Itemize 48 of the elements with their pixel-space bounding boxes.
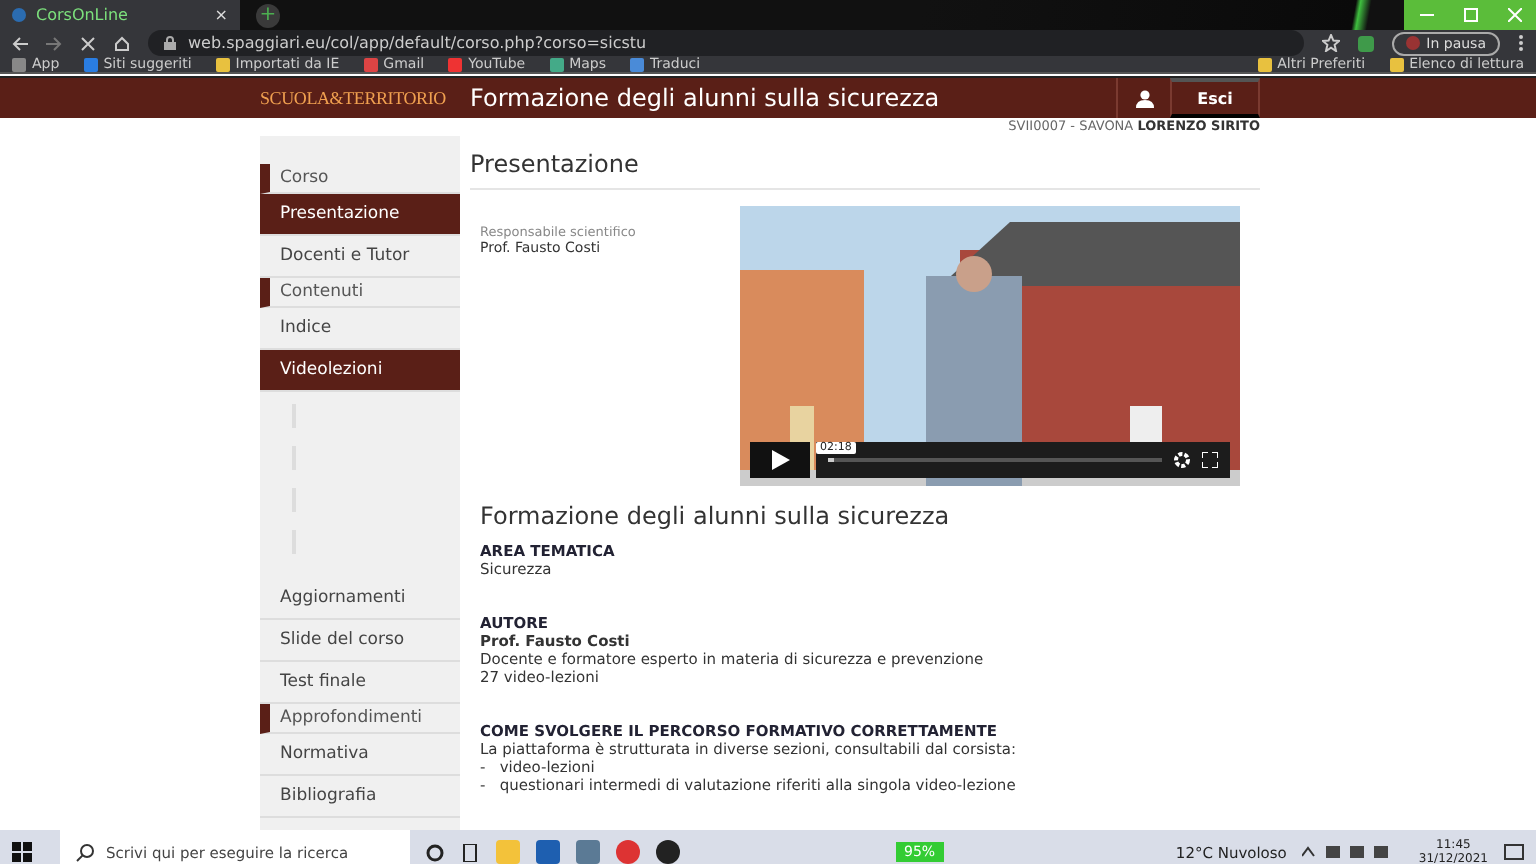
bookmark-icon: [363, 57, 378, 71]
nav-item[interactable]: Normativa: [260, 734, 460, 776]
user-icon: [1135, 89, 1153, 107]
bookmark-icon: [1389, 57, 1404, 71]
site-logo[interactable]: SCUOLA&TERRITORIO: [260, 88, 470, 108]
forward-icon[interactable]: [46, 35, 62, 51]
logout-button[interactable]: Esci: [1170, 78, 1260, 118]
nav-item[interactable]: Docenti e Tutor: [260, 236, 460, 278]
notification-icon[interactable]: [1504, 843, 1524, 861]
bookmark-icon: [83, 57, 98, 71]
course-title: Formazione degli alunni sulla sicurezza: [470, 84, 942, 112]
bookmark-icon: [630, 57, 644, 71]
close-tab-button[interactable]: ×: [214, 6, 228, 24]
nav-item[interactable]: Slide del corso: [260, 620, 460, 662]
course-heading: Formazione degli alunni sulla sicurezza: [480, 502, 952, 530]
back-icon[interactable]: [12, 35, 28, 51]
stop-icon[interactable]: [80, 35, 96, 51]
page-heading: Presentazione: [470, 136, 1260, 190]
favicon-icon: [12, 8, 26, 22]
nav-section[interactable]: Contenuti: [260, 278, 460, 308]
home-icon[interactable]: [114, 35, 130, 51]
nav-item[interactable]: Videolezioni: [260, 350, 460, 392]
settings-icon[interactable]: [1174, 452, 1190, 468]
new-tab-button[interactable]: +: [256, 3, 280, 27]
app-icon[interactable]: [656, 840, 680, 864]
play-button[interactable]: [750, 442, 810, 478]
cortana-icon[interactable]: [426, 843, 444, 861]
star-icon[interactable]: [1322, 34, 1341, 52]
search-icon: [76, 843, 94, 861]
bookmark-icon: [215, 57, 230, 71]
address-bar[interactable]: web.spaggiari.eu/col/app/default/corso.php?corso=sicstu: [148, 30, 1305, 56]
nav-section[interactable]: Approfondimenti: [260, 704, 460, 734]
windows-start-icon[interactable]: [12, 842, 32, 862]
chrome-icon[interactable]: [616, 840, 640, 864]
browser-tab[interactable]: CorsOnLine ×: [0, 0, 240, 30]
bookmark-icon: [448, 57, 463, 71]
bookmark-icon: [12, 57, 26, 71]
nav-item[interactable]: Aggiornamenti: [260, 578, 460, 620]
lock-icon: [164, 36, 176, 50]
bookmark-icon: [549, 57, 564, 71]
fullscreen-icon[interactable]: [1202, 452, 1218, 468]
nav-item[interactable]: Bibliografia: [260, 776, 460, 818]
more-icon[interactable]: [1518, 34, 1524, 52]
bookmark-icon: [1257, 57, 1272, 71]
task-view-icon[interactable]: [460, 843, 480, 861]
nav-item[interactable]: Presentazione: [260, 194, 460, 236]
nav-item[interactable]: Test finale: [260, 662, 460, 704]
avatar-icon: [1406, 36, 1421, 50]
